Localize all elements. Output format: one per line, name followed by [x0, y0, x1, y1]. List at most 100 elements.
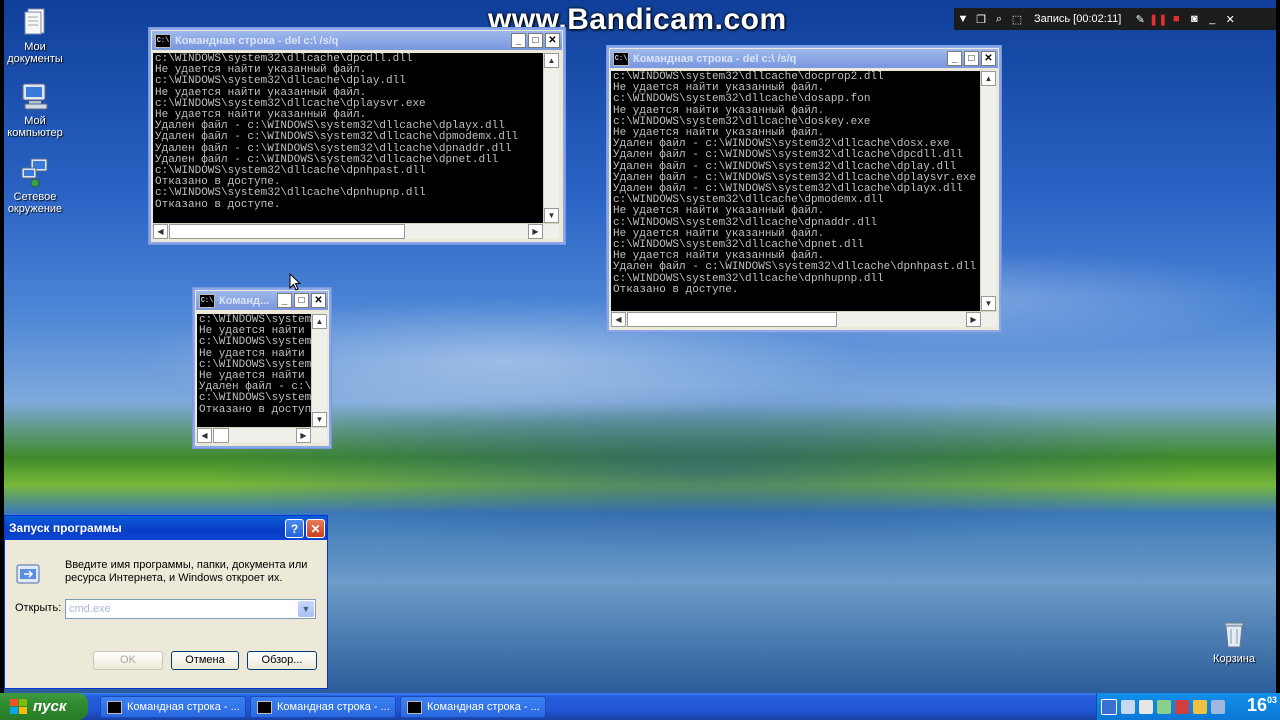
scroll-left-icon[interactable]: ◀	[197, 428, 212, 443]
run-description: Введите имя программы, папки, документа …	[65, 559, 308, 584]
horizontal-scrollbar[interactable]: ◀ ▶	[153, 223, 559, 239]
minimize-button[interactable]: _	[511, 33, 526, 48]
minimize-icon[interactable]: _	[1203, 10, 1221, 28]
scroll-right-icon[interactable]: ▶	[966, 312, 981, 327]
close-button[interactable]: ✕	[545, 33, 560, 48]
taskbar-item-label: Командная строка - ...	[277, 701, 390, 713]
scroll-down-icon[interactable]: ▼	[312, 412, 327, 427]
tray-icon-record[interactable]	[1193, 699, 1207, 714]
horizontal-scrollbar[interactable]: ◀ ▶	[197, 427, 327, 443]
region-icon[interactable]: ⬚	[1008, 10, 1026, 28]
cmd-icon	[107, 700, 122, 714]
pencil-icon[interactable]: ✎	[1131, 10, 1149, 28]
desktop-icon-label: Мой компьютер	[7, 115, 63, 139]
network-icon	[19, 156, 51, 188]
run-dialog-titlebar[interactable]: Запуск программы ? ✕	[5, 516, 327, 540]
titlebar[interactable]: C:\ Команд... _ □ ✕	[196, 291, 328, 310]
start-button[interactable]: пуск	[0, 693, 88, 720]
run-dialog-title: Запуск программы	[9, 521, 122, 535]
scroll-up-icon[interactable]: ▲	[312, 314, 327, 329]
scroll-right-icon[interactable]: ▶	[528, 224, 543, 239]
run-icon	[15, 561, 41, 590]
scroll-right-icon[interactable]: ▶	[296, 428, 311, 443]
console-window-3[interactable]: C:\ Команд... _ □ ✕ c:\WINDOWS\system32 …	[192, 287, 332, 449]
chevron-down-icon[interactable]: ▼	[298, 601, 314, 617]
maximize-button[interactable]: □	[964, 51, 979, 66]
minimize-button[interactable]: _	[277, 293, 292, 308]
window-title: Командная строка - del c:\ /s/q	[633, 52, 797, 65]
zoom-icon[interactable]: ⌕	[990, 10, 1008, 28]
vertical-scrollbar[interactable]: ▲ ▼	[543, 53, 559, 223]
maximize-button[interactable]: □	[294, 293, 309, 308]
help-button[interactable]: ?	[285, 518, 304, 538]
scroll-thumb[interactable]	[213, 428, 229, 443]
desktop-icon-my-documents[interactable]: Мои документы	[4, 6, 70, 65]
tray-icon-app[interactable]	[1139, 699, 1153, 714]
cmd-icon: C:\	[613, 51, 629, 66]
run-dialog[interactable]: Запуск программы ? ✕ Введите имя програм…	[4, 515, 328, 689]
system-tray: 1603	[1096, 693, 1280, 720]
mouse-cursor-icon	[289, 272, 302, 295]
cancel-button[interactable]: Отмена	[171, 651, 239, 670]
console-output[interactable]: c:\WINDOWS\system32\dllcache\dpcdll.dll …	[153, 53, 543, 223]
taskbar-item-3[interactable]: Командная строка - ...	[400, 696, 546, 718]
scroll-down-icon[interactable]: ▼	[981, 296, 996, 311]
ok-button[interactable]: OK	[93, 651, 163, 670]
vertical-scrollbar[interactable]: ▲ ▼	[311, 314, 327, 427]
tray-icon-security[interactable]	[1175, 699, 1189, 714]
clock-small: 03	[1266, 695, 1277, 705]
cmd-icon: C:\	[155, 33, 171, 48]
scroll-down-icon[interactable]: ▼	[544, 208, 559, 223]
recycle-bin-icon	[1218, 618, 1250, 650]
open-input[interactable]: cmd.exe	[69, 603, 111, 615]
close-button[interactable]: ✕	[311, 293, 326, 308]
maximize-button[interactable]: □	[528, 33, 543, 48]
record-time: Запись [00:02:11]	[1034, 13, 1122, 25]
pause-icon[interactable]: ❚❚	[1149, 10, 1167, 28]
taskbar-item-1[interactable]: Командная строка - ...	[100, 696, 246, 718]
volume-icon[interactable]	[1121, 699, 1135, 714]
desktop-icon-label: Корзина	[1213, 653, 1255, 665]
console-output[interactable]: c:\WINDOWS\system32 Не удается найти ука…	[197, 314, 311, 427]
camera-icon[interactable]: ◙	[1185, 10, 1203, 28]
cmd-icon	[257, 700, 272, 714]
titlebar[interactable]: C:\ Командная строка - del c:\ /s/q _ □ …	[152, 31, 562, 50]
scroll-up-icon[interactable]: ▲	[981, 71, 996, 86]
windows-logo-icon	[10, 698, 27, 714]
desktop-icon-my-computer[interactable]: Мой компьютер	[4, 80, 70, 139]
scroll-thumb[interactable]	[169, 224, 405, 239]
taskbar-item-2[interactable]: Командная строка - ...	[250, 696, 396, 718]
start-label: пуск	[33, 698, 67, 715]
desktop-icon-network[interactable]: Сетевое окружение	[4, 156, 70, 215]
console-window-1[interactable]: C:\ Командная строка - del c:\ /s/q _ □ …	[148, 27, 566, 245]
stop-icon[interactable]: ■	[1167, 10, 1185, 28]
horizontal-scrollbar[interactable]: ◀ ▶	[611, 311, 997, 327]
tray-icon-network[interactable]	[1157, 699, 1171, 714]
minimize-button[interactable]: _	[947, 51, 962, 66]
folder-documents-icon	[19, 6, 51, 38]
desktop-icon-recycle-bin[interactable]: Корзина	[1199, 618, 1269, 665]
scroll-left-icon[interactable]: ◀	[153, 224, 168, 239]
scroll-up-icon[interactable]: ▲	[544, 53, 559, 68]
console-window-2[interactable]: C:\ Командная строка - del c:\ /s/q _ □ …	[606, 45, 1002, 333]
clock[interactable]: 1603	[1247, 695, 1277, 716]
titlebar[interactable]: C:\ Командная строка - del c:\ /s/q _ □ …	[610, 49, 998, 68]
close-button[interactable]: ✕	[306, 518, 325, 538]
tray-icon-tools[interactable]	[1211, 699, 1225, 714]
dropdown-icon[interactable]: ▼	[954, 10, 972, 28]
desktop-icon-label: Мои документы	[7, 41, 63, 65]
window-icon[interactable]: ❐	[972, 10, 990, 28]
close-button[interactable]: ✕	[981, 51, 996, 66]
vertical-scrollbar[interactable]: ▲ ▼	[980, 71, 996, 311]
open-label: Открыть:	[15, 602, 62, 614]
scroll-thumb[interactable]	[627, 312, 837, 327]
scroll-left-icon[interactable]: ◀	[611, 312, 626, 327]
browse-button[interactable]: Обзор...	[247, 651, 317, 670]
close-icon[interactable]: ✕	[1221, 10, 1239, 28]
window-title: Командная строка - del c:\ /s/q	[175, 34, 339, 47]
window-title: Команд...	[219, 294, 270, 307]
tray-icon-language[interactable]	[1101, 698, 1117, 715]
open-combobox[interactable]: cmd.exe ▼	[65, 599, 316, 619]
bandicam-recording-bar: ▼ ❐ ⌕ ⬚ Запись [00:02:11] ✎ ❚❚ ■ ◙ _ ✕	[954, 8, 1276, 30]
console-output[interactable]: c:\WINDOWS\system32\dllcache\docprop2.dl…	[611, 71, 980, 311]
